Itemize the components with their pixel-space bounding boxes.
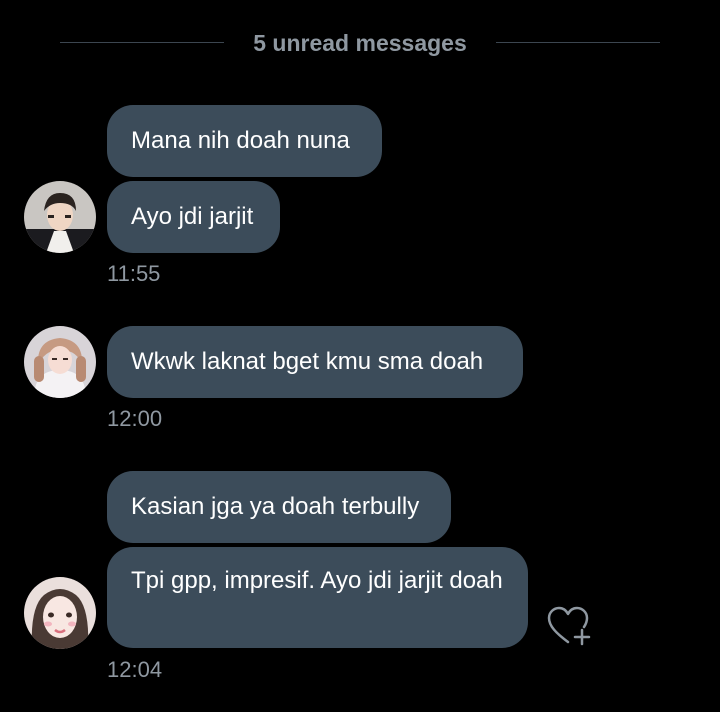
message-text: Tpi gpp, impresif. Ayo jdi jarjit doah (131, 567, 503, 594)
unread-divider: 5 unread messages (60, 27, 660, 59)
message-timestamp: 12:00 (107, 406, 163, 431)
sender-avatar[interactable] (24, 577, 96, 649)
message-timestamp: 11:55 (107, 261, 161, 286)
sender-avatar[interactable] (24, 326, 96, 398)
message-text: Ayo jdi jarjit (131, 203, 254, 230)
heart-add-icon[interactable] (546, 604, 594, 648)
sender-avatar[interactable] (24, 181, 96, 253)
message-text: Kasian jga ya doah terbully (131, 493, 420, 520)
message-bubble[interactable]: Kasian jga ya doah terbully (107, 471, 451, 543)
message-bubble[interactable]: Wkwk laknat bget kmu sma doah (107, 326, 523, 398)
message-bubble[interactable]: Mana nih doah nuna (107, 105, 382, 177)
divider-line-right (496, 42, 660, 43)
message-text: Mana nih doah nuna (131, 127, 350, 154)
message-timestamp: 12:04 (107, 657, 163, 682)
unread-messages-label: 5 unread messages (253, 30, 467, 56)
message-bubble[interactable]: Ayo jdi jarjit (107, 181, 280, 253)
message-bubble[interactable]: Tpi gpp, impresif. Ayo jdi jarjit doah (107, 547, 528, 648)
message-text: Wkwk laknat bget kmu sma doah (131, 348, 484, 375)
divider-line-left (60, 42, 224, 43)
